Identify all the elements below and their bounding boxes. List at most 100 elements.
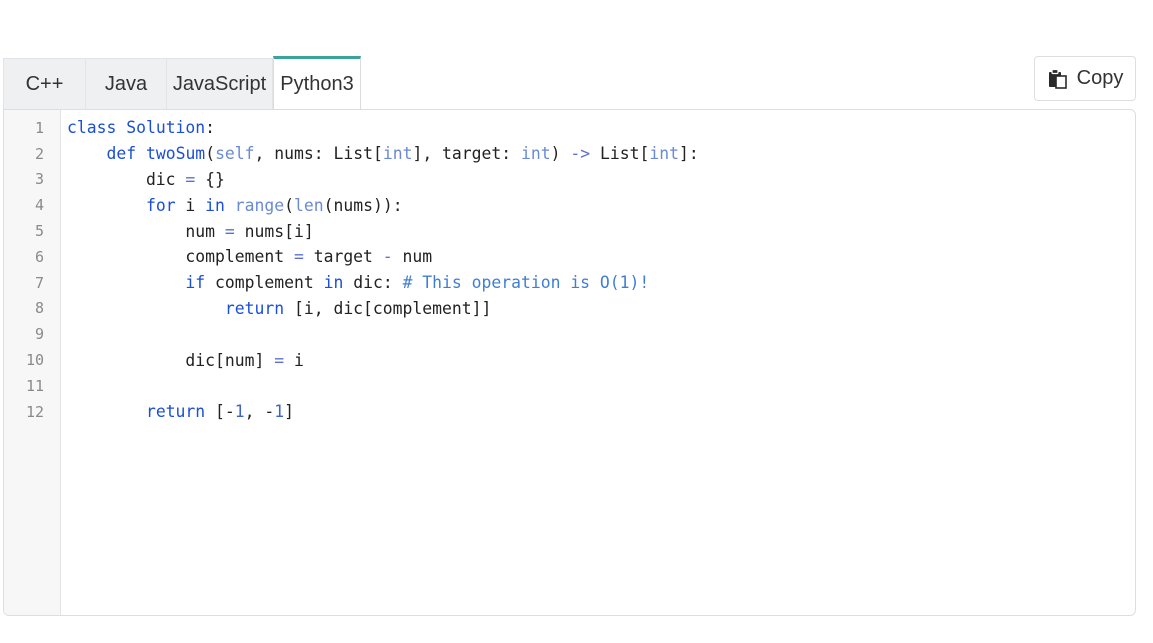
code-token: [- bbox=[205, 402, 235, 422]
code-token: = bbox=[224, 221, 235, 241]
code-lines: 1 class Solution: 2 def twoSum(self, nums:… bbox=[4, 115, 1135, 425]
code-token: def bbox=[106, 144, 137, 164]
tab-java[interactable]: Java bbox=[86, 58, 167, 110]
tab-python3[interactable]: Python3 bbox=[273, 56, 361, 110]
code-token: twoSum bbox=[145, 144, 206, 164]
code-token: ] bbox=[284, 402, 295, 422]
code-token: self bbox=[215, 144, 255, 164]
code-token: nums[i] bbox=[234, 221, 314, 241]
code-token: class bbox=[67, 118, 117, 138]
line-number: 1 bbox=[34, 118, 44, 137]
code-line: 9 bbox=[4, 321, 1135, 347]
code-token: = bbox=[274, 350, 285, 370]
code-token: 1 bbox=[234, 402, 245, 422]
code-line: 7 if complement in dic: # This operation… bbox=[4, 270, 1135, 296]
code-token: target bbox=[303, 247, 383, 267]
code-token: dic: bbox=[343, 273, 403, 293]
code-token: len bbox=[294, 195, 324, 215]
code-editor[interactable]: 1 class Solution: 2 def twoSum(self, nums:… bbox=[3, 109, 1136, 616]
code-token: List[ bbox=[590, 144, 650, 164]
code-token: num bbox=[392, 247, 433, 267]
code-line: 4 for i in range(len(nums)): bbox=[4, 192, 1135, 218]
code-token: i bbox=[175, 195, 206, 215]
code-token: , - bbox=[244, 402, 275, 422]
code-widget: C++ Java JavaScript Python3 Copy 1 class … bbox=[3, 56, 1136, 616]
line-source: class Solution: bbox=[67, 118, 215, 137]
code-token: ( bbox=[284, 195, 295, 215]
code-token: dic[num] bbox=[67, 350, 275, 370]
line-number: 10 bbox=[25, 351, 44, 370]
code-token: int bbox=[649, 144, 679, 164]
line-number: 2 bbox=[34, 144, 44, 163]
line-source: return [-1, -1] bbox=[67, 402, 294, 421]
code-token: ) bbox=[550, 144, 571, 164]
tab-cpp[interactable]: C++ bbox=[3, 58, 86, 110]
code-token: int bbox=[382, 144, 413, 164]
code-token: complement bbox=[67, 247, 294, 267]
code-line: 6 complement = target - num bbox=[4, 244, 1135, 270]
code-token: for bbox=[145, 195, 176, 215]
code-token: ( bbox=[205, 144, 216, 164]
code-token: ], target: bbox=[412, 144, 522, 164]
code-token: : bbox=[205, 118, 216, 138]
code-line: 5 num = nums[i] bbox=[4, 218, 1135, 244]
code-token: complement bbox=[205, 273, 324, 293]
copy-icon bbox=[1047, 68, 1069, 90]
code-line: 1 class Solution: bbox=[4, 115, 1135, 141]
code-token: 1 bbox=[274, 402, 285, 422]
code-line: 11 bbox=[4, 373, 1135, 399]
line-number: 8 bbox=[34, 299, 44, 318]
line-number: 5 bbox=[34, 222, 44, 241]
code-token: {} bbox=[195, 169, 225, 189]
line-number: 12 bbox=[25, 402, 44, 421]
line-source: num = nums[i] bbox=[67, 221, 314, 241]
code-line: 3 dic = {} bbox=[4, 167, 1135, 193]
code-token: [i, dic[complement]] bbox=[284, 298, 492, 318]
code-token: in bbox=[205, 195, 225, 215]
line-source: dic = {} bbox=[67, 170, 225, 189]
code-line: 10 dic[num] = i bbox=[4, 347, 1135, 373]
code-token: = bbox=[293, 247, 304, 267]
language-tabs: C++ Java JavaScript Python3 bbox=[3, 56, 361, 110]
copy-button[interactable]: Copy bbox=[1034, 56, 1136, 101]
line-number: 9 bbox=[34, 325, 44, 344]
line-source: dic[num] = i bbox=[67, 350, 304, 370]
code-token: int bbox=[521, 144, 551, 164]
line-source: if complement in dic: # This operation i… bbox=[67, 273, 649, 292]
code-token: (nums)): bbox=[323, 195, 403, 215]
code-token: i bbox=[284, 350, 304, 370]
code-token: range bbox=[234, 195, 285, 215]
code-token: if bbox=[185, 273, 206, 293]
code-token: # This operation is O(1)! bbox=[402, 273, 650, 293]
code-token: ]: bbox=[678, 144, 699, 164]
line-number: 11 bbox=[25, 376, 44, 395]
line-number: 3 bbox=[34, 170, 44, 189]
line-source: return [i, dic[complement]] bbox=[67, 299, 491, 318]
line-number: 7 bbox=[34, 273, 44, 292]
line-number: 4 bbox=[34, 196, 44, 215]
code-token: -> bbox=[570, 144, 591, 164]
code-line: 8 return [i, dic[complement]] bbox=[4, 296, 1135, 322]
line-source: def twoSum(self, nums: List[int], target… bbox=[67, 144, 699, 164]
code-line: 2 def twoSum(self, nums: List[int], targ… bbox=[4, 141, 1135, 167]
line-source: for i in range(len(nums)): bbox=[67, 196, 403, 215]
line-number: 6 bbox=[34, 247, 44, 266]
code-token: return bbox=[145, 402, 206, 422]
code-token: = bbox=[185, 169, 196, 189]
code-token: , nums: List[ bbox=[254, 144, 383, 164]
code-token: return bbox=[224, 298, 285, 318]
line-source: complement = target - num bbox=[67, 247, 432, 266]
copy-label: Copy bbox=[1076, 67, 1124, 89]
code-token: in bbox=[323, 273, 344, 293]
code-token: num bbox=[67, 221, 225, 241]
tab-javascript[interactable]: JavaScript bbox=[167, 58, 273, 110]
code-token: Solution bbox=[126, 118, 206, 138]
